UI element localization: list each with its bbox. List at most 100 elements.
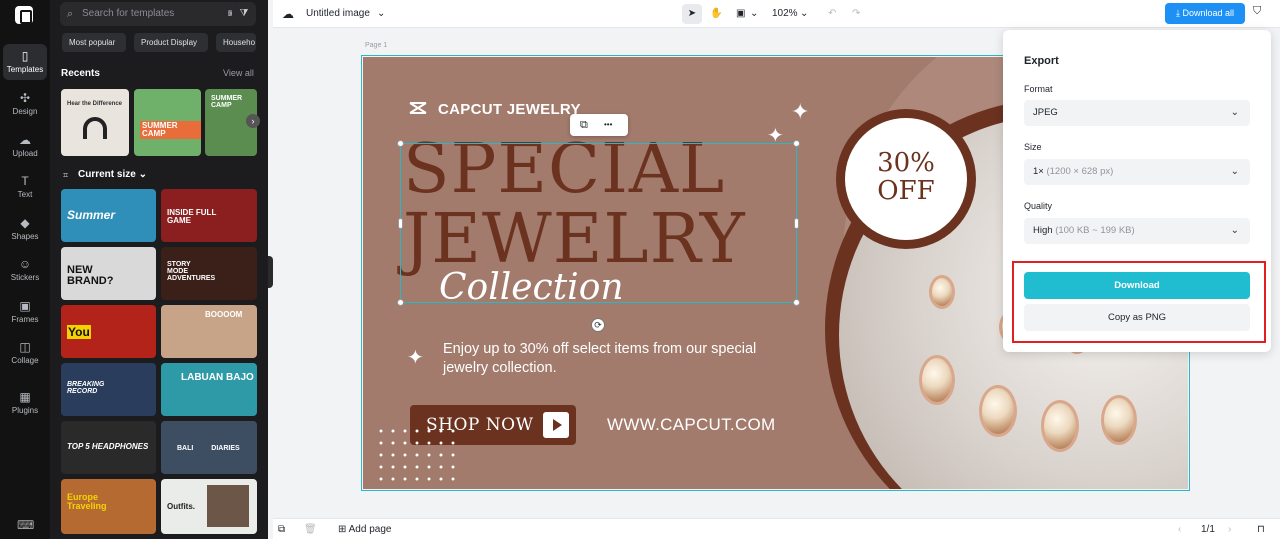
trash-icon[interactable]: 🗑 (304, 522, 317, 538)
download-all-button[interactable]: ⤓ Download all (1165, 3, 1245, 24)
rail-item-label: Plugins (11, 406, 39, 415)
rail-item-label: Text (17, 190, 33, 199)
rail-item-templates[interactable]: ▯ Templates (3, 44, 47, 80)
template-card[interactable]: BALI DIARIES (161, 421, 257, 474)
template-card[interactable]: NEW BRAND? (61, 247, 156, 300)
template-card[interactable]: TOP 5 HEADPHONES (61, 421, 156, 474)
search-placeholder: Search for templates (82, 8, 175, 19)
recents-next-button[interactable]: › (246, 114, 260, 128)
earring-jewel (919, 355, 955, 405)
more-options-icon[interactable]: ••• (604, 114, 612, 136)
page-label: Page 1 (365, 42, 388, 49)
undo-icon[interactable]: ↶ (828, 4, 836, 24)
rail-item-plugins[interactable]: ▦ Plugins (3, 385, 47, 421)
select-tool-button[interactable]: ➤ (682, 4, 702, 24)
recent-template-1[interactable]: Hear the Difference (61, 89, 129, 156)
dot-pattern (375, 425, 455, 485)
resize-handle[interactable] (794, 218, 799, 229)
size-label: Size (1024, 142, 1042, 152)
template-card[interactable]: Europe Traveling (61, 479, 156, 534)
resize-handle[interactable] (397, 140, 404, 147)
chevron-down-icon: ⌄ (1230, 225, 1239, 236)
filter-button[interactable]: ⧩ (232, 2, 256, 26)
capcut-logo-icon (409, 102, 427, 114)
rail-item-label: Upload (12, 149, 38, 158)
brand-name[interactable]: CAPCUT JEWELRY (438, 101, 581, 118)
current-size-dropdown[interactable]: Current size ⌄ (78, 169, 147, 180)
resize-handle[interactable] (793, 140, 800, 147)
shapes-icon: ◆ (20, 216, 30, 230)
add-page-button[interactable]: ⊞ Add page (338, 522, 391, 538)
text-icon: T (21, 174, 29, 188)
redo-icon[interactable]: ↷ (852, 4, 860, 24)
recent-template-2[interactable]: SUMMER CAMP (134, 89, 201, 156)
chip-household[interactable]: Househo (216, 33, 256, 52)
rail-item-text[interactable]: T Text (3, 169, 47, 205)
bottom-bar (273, 518, 1280, 539)
sparkle-icon: ✦ (407, 347, 424, 369)
rail-item-collage[interactable]: ◫ Collage (3, 335, 47, 371)
design-icon: ✣ (19, 91, 31, 105)
play-icon (543, 412, 569, 438)
rail-item-stickers[interactable]: ☺ Stickers (3, 252, 47, 288)
cloud-save-icon[interactable]: ☁ (282, 4, 294, 24)
rail-item-frames[interactable]: ▣ Frames (3, 294, 47, 330)
zoom-level[interactable]: 102% (772, 4, 798, 24)
filter-icon: ⧩ (239, 8, 249, 19)
resize-icon: ⌗ (63, 170, 69, 180)
headphones-icon (83, 117, 107, 139)
app-logo-icon[interactable] (15, 6, 33, 24)
layout-icon[interactable]: ▣ (736, 4, 745, 24)
templates-panel: ⌕ Search for templates ◙ ⧩ Most popular … (50, 0, 268, 539)
template-card[interactable]: STORY MODE ADVENTURES (161, 247, 257, 300)
pointer-icon: ➤ (687, 8, 697, 19)
resize-handle[interactable] (793, 299, 800, 306)
offer-text: 30% OFF (877, 148, 935, 206)
view-all-link[interactable]: View all (223, 68, 254, 78)
rail-item-design[interactable]: ✣ Design (3, 86, 47, 122)
hand-tool-icon[interactable]: ✋ (710, 4, 722, 24)
template-card[interactable]: BOOOOM (161, 305, 257, 358)
earring-jewel (929, 275, 955, 309)
search-input[interactable]: ⌕ Search for templates ◙ (60, 2, 240, 26)
shield-icon[interactable]: ⛉ (1253, 5, 1261, 18)
template-card[interactable]: LABUAN BAJO (161, 363, 257, 416)
sparkle-icon: ✦ (791, 99, 810, 124)
chip-most-popular[interactable]: Most popular (62, 33, 126, 52)
promo-text[interactable]: Enjoy up to 30% off select items from ou… (443, 340, 773, 378)
template-card[interactable]: INSIDE FULL GAME (161, 189, 257, 242)
lock-icon[interactable]: ⊓ (1257, 522, 1265, 538)
rotate-handle-icon[interactable]: ⟳ (591, 318, 605, 332)
document-title[interactable]: Untitled image (306, 4, 370, 24)
template-card[interactable]: BREAKING RECORD (61, 363, 156, 416)
resize-handle[interactable] (397, 299, 404, 306)
keyboard-icon[interactable]: ⌨ (17, 518, 34, 532)
template-card[interactable]: You (61, 305, 156, 358)
website-url[interactable]: WWW.CAPCUT.COM (607, 415, 776, 435)
template-card[interactable]: Outfits. (161, 479, 257, 534)
rail-item-label: Shapes (11, 232, 39, 241)
template-card[interactable]: Summer (61, 189, 156, 242)
chip-product-display[interactable]: Product Display (134, 33, 208, 52)
rail-item-label: Templates (6, 65, 44, 74)
upload-icon: ☁ (19, 133, 31, 147)
copy-icon[interactable]: ⧉ (580, 114, 588, 136)
format-select[interactable]: JPEG ⌄ (1024, 100, 1250, 126)
earring-jewel (979, 385, 1017, 437)
resize-handle[interactable] (398, 218, 403, 229)
export-title: Export (1024, 55, 1059, 67)
selection-toolbar: ⧉ ••• (570, 114, 628, 136)
photo-image (207, 485, 249, 527)
duplicate-page-icon[interactable]: ⧉ (278, 522, 285, 538)
previous-page-icon[interactable]: ‹ (1178, 522, 1181, 538)
size-select[interactable]: 1× (1200 × 628 px) ⌄ (1024, 159, 1250, 185)
chevron-down-icon[interactable]: ⌄ (800, 4, 808, 24)
chevron-down-icon[interactable]: ⌄ (377, 4, 385, 24)
quality-select[interactable]: High (100 KB ~ 199 KB) ⌄ (1024, 218, 1250, 244)
rail-item-upload[interactable]: ☁ Upload (3, 128, 47, 164)
rail-item-shapes[interactable]: ◆ Shapes (3, 211, 47, 247)
frames-icon: ▣ (19, 299, 31, 313)
highlight-box (1012, 261, 1266, 343)
chevron-down-icon[interactable]: ⌄ (750, 4, 758, 24)
next-page-icon[interactable]: › (1228, 522, 1231, 538)
